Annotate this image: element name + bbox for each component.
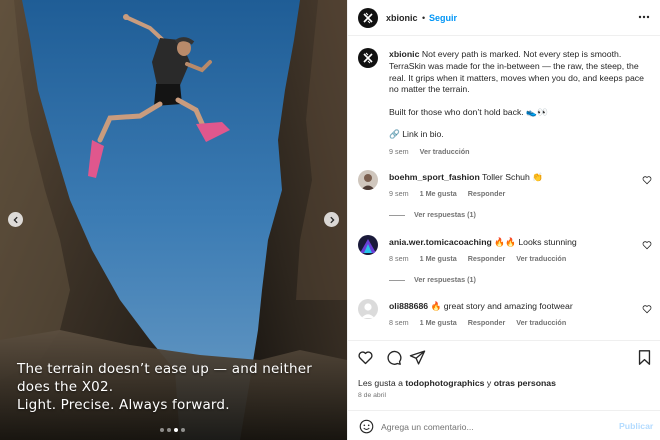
caption-avatar[interactable] <box>358 48 378 68</box>
bookmark-icon[interactable] <box>636 349 653 366</box>
comment-time: 8 sem <box>389 254 409 263</box>
comment-meta: 8 sem 1 Me gusta Responder Ver traducció… <box>389 318 575 327</box>
replies-line <box>389 279 405 281</box>
carousel-dot <box>181 428 185 432</box>
comment-time: 9 sem <box>389 189 409 198</box>
next-slide-button[interactable] <box>324 212 339 227</box>
post-actions: Les gusta a todophotographics y otras pe… <box>348 340 660 440</box>
heart-icon[interactable] <box>642 175 652 185</box>
view-replies-label: Ver respuestas (1) <box>414 210 476 219</box>
commenter-avatar[interactable] <box>358 299 378 319</box>
chevron-right-icon <box>329 216 335 223</box>
heart-icon[interactable] <box>642 240 652 250</box>
comment-time: 8 sem <box>389 318 409 327</box>
comment-likes[interactable]: 1 Me gusta <box>420 318 457 327</box>
commenter-avatar[interactable] <box>358 235 378 255</box>
likes-summary: Les gusta a todophotographics y otras pe… <box>358 378 556 388</box>
caption-text: xbionic Not every path is marked. Not ev… <box>389 49 654 96</box>
comment-username[interactable]: ania.wer.tomicacoaching <box>389 237 492 247</box>
comment-username[interactable]: oli888686 <box>389 301 428 311</box>
comment-text: ania.wer.tomicacoaching 🔥🔥 Looks stunnin… <box>389 237 577 248</box>
comment-meta: 9 sem 1 Me gusta Responder <box>389 189 514 198</box>
carousel-dot <box>167 428 171 432</box>
comment-body: 🔥 great story and amazing footwear <box>430 301 573 311</box>
caption-username[interactable]: xbionic <box>389 49 419 59</box>
reply-button[interactable]: Responder <box>468 189 506 198</box>
comment-meta: 8 sem 1 Me gusta Responder Ver traducció… <box>389 254 575 263</box>
comment-likes[interactable]: 1 Me gusta <box>420 189 457 198</box>
carousel-dot <box>160 428 164 432</box>
instagram-post-modal: The terrain doesn’t ease up — and neithe… <box>0 0 660 440</box>
comment-body: Toller Schuh 👏 <box>482 172 544 182</box>
heart-icon[interactable] <box>357 349 374 366</box>
xbionic-logo-icon <box>363 52 373 64</box>
likes-prefix: Les gusta a <box>358 378 403 388</box>
comment-input[interactable] <box>381 418 601 435</box>
reply-button[interactable]: Responder <box>468 318 506 327</box>
chevron-left-icon <box>12 216 18 223</box>
comment-username[interactable]: boehm_sport_fashion <box>389 172 480 182</box>
carousel-dot-active <box>174 428 178 432</box>
carousel-indicator <box>160 428 185 432</box>
reply-button[interactable]: Responder <box>468 254 506 263</box>
more-horizontal-icon[interactable] <box>637 10 651 24</box>
see-translation-button[interactable]: Ver traducción <box>420 147 470 156</box>
header-separator: • <box>422 13 426 23</box>
heart-icon[interactable] <box>642 304 652 314</box>
image-text-line-3: Light. Precise. Always forward. <box>17 397 230 413</box>
post-side-panel: xbionic • Seguir xbionic Not every path … <box>347 0 660 440</box>
caption-body: Not every path is marked. Not every step… <box>389 49 644 95</box>
view-replies-button[interactable]: Ver respuestas (1) <box>389 210 476 219</box>
publish-button[interactable]: Publicar <box>619 421 653 431</box>
add-comment-bar: Publicar <box>348 410 660 440</box>
caption-paragraph-3: 🔗 Link in bio. <box>389 129 444 139</box>
caption-meta: 9 sem Ver traducción <box>389 147 479 156</box>
view-replies-label: Ver respuestas (1) <box>414 275 476 284</box>
post-header: xbionic • Seguir <box>348 0 660 36</box>
previous-slide-button[interactable] <box>8 212 23 227</box>
send-icon[interactable] <box>409 349 426 366</box>
liked-by-user[interactable]: todophotographics <box>405 378 484 388</box>
image-text-line-2: does the X02. <box>17 379 114 395</box>
image-text-line-1: The terrain doesn’t ease up — and neithe… <box>17 361 312 377</box>
caption-time: 9 sem <box>389 147 409 156</box>
xbionic-logo-icon <box>363 12 373 24</box>
see-translation-button[interactable]: Ver traducción <box>516 318 566 327</box>
comment-likes[interactable]: 1 Me gusta <box>420 254 457 263</box>
comment-body: 🔥🔥 Looks stunning <box>494 237 577 247</box>
comment-icon[interactable] <box>385 349 402 366</box>
commenter-avatar[interactable] <box>358 170 378 190</box>
replies-line <box>389 214 405 216</box>
comment-text: boehm_sport_fashion Toller Schuh 👏 <box>389 172 543 183</box>
image-caption-overlay: The terrain doesn’t ease up — and neithe… <box>17 360 337 414</box>
likes-conjunction: y <box>486 378 492 388</box>
view-replies-button[interactable]: Ver respuestas (1) <box>389 275 476 284</box>
post-date: 8 de abril <box>358 392 386 399</box>
author-avatar[interactable] <box>358 8 378 28</box>
follow-button[interactable]: Seguir <box>429 13 457 23</box>
post-media[interactable]: The terrain doesn’t ease up — and neithe… <box>0 0 347 440</box>
comment-text: oli888686 🔥 great story and amazing foot… <box>389 301 573 312</box>
liked-by-others[interactable]: otras personas <box>494 378 556 388</box>
author-username[interactable]: xbionic <box>386 13 418 23</box>
caption-paragraph-2: Built for those who don’t hold back. 👟👀 <box>389 107 548 117</box>
see-translation-button[interactable]: Ver traducción <box>516 254 566 263</box>
emoji-icon[interactable] <box>359 419 374 434</box>
